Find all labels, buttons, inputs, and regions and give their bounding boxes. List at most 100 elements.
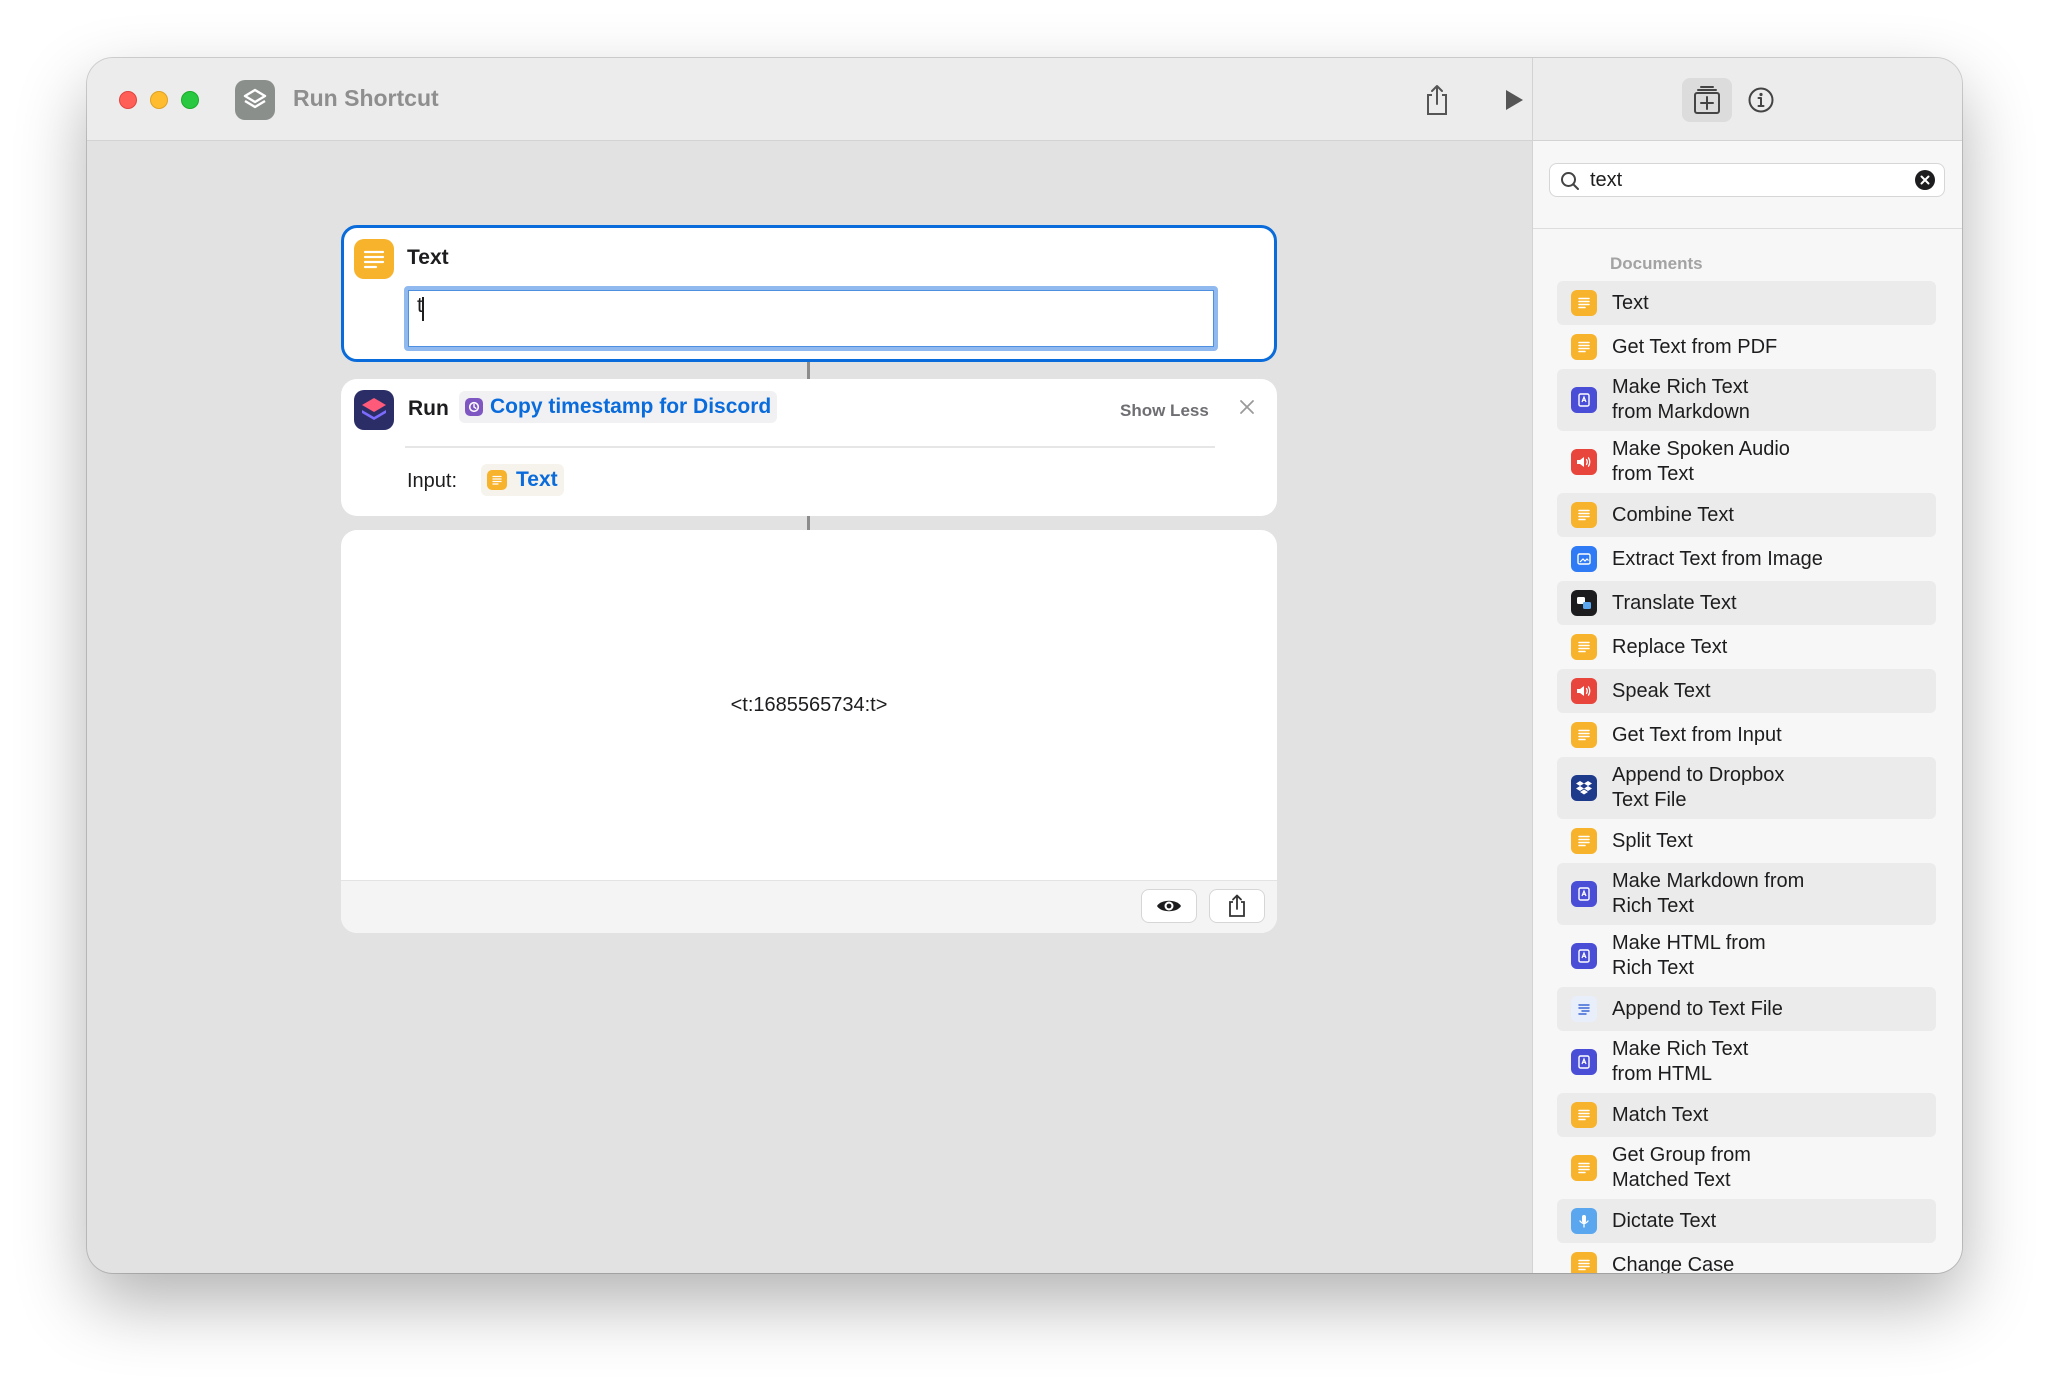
search-area: [1533, 141, 1962, 229]
speaker-icon: [1571, 449, 1597, 475]
result-toolbar: [341, 880, 1277, 933]
action-list-item[interactable]: Change Case: [1557, 1243, 1936, 1273]
input-variable-name: Text: [516, 468, 558, 491]
action-list-item-label: Append to Dropbox Text File: [1612, 764, 1785, 811]
action-list-item[interactable]: Extract Text from Image: [1557, 537, 1936, 581]
text-doc-icon: [1571, 1155, 1597, 1181]
remove-action-button[interactable]: [1239, 399, 1255, 420]
text-doc-icon: [354, 239, 394, 279]
translate-icon: [1571, 590, 1597, 616]
show-less-button[interactable]: Show Less: [1120, 401, 1209, 421]
share-button[interactable]: [1417, 80, 1457, 120]
text-doc-icon: [1571, 290, 1597, 316]
action-list-item[interactable]: Combine Text: [1557, 493, 1936, 537]
library-add-icon: [1694, 86, 1720, 114]
close-window-button[interactable]: [119, 91, 137, 109]
shortcuts-icon: [354, 390, 394, 430]
shortcut-picker[interactable]: Copy timestamp for Discord: [459, 391, 778, 423]
share-result-button[interactable]: [1209, 889, 1265, 923]
action-list-item-label: Replace Text: [1612, 635, 1728, 658]
text-doc-icon: [1571, 722, 1597, 748]
shortcut-editor: Text t Run Copy timestamp for Discord Sh…: [87, 141, 1532, 1273]
action-list-item[interactable]: Text: [1557, 281, 1936, 325]
action-list-item[interactable]: Speak Text: [1557, 669, 1936, 713]
action-search-field[interactable]: [1549, 163, 1945, 197]
action-list-item[interactable]: Split Text: [1557, 819, 1936, 863]
text-doc-icon: [1571, 1102, 1597, 1128]
actions-sidebar: Documents Text Get Text from PDF Make Rich…: [1532, 141, 1962, 1273]
action-list-item[interactable]: Replace Text: [1557, 625, 1936, 669]
result-output-text: <t:1685565734:t>: [730, 694, 888, 716]
action-list-item[interactable]: Dictate Text: [1557, 1199, 1936, 1243]
shortcut-icon: [465, 398, 483, 416]
text-doc-icon: [487, 470, 507, 490]
action-list-item-label: Get Text from PDF: [1612, 335, 1778, 358]
action-list-item-label: Translate Text: [1612, 591, 1737, 614]
play-icon: [1506, 90, 1523, 110]
search-input[interactable]: [1590, 164, 1890, 196]
action-list-item[interactable]: Get Text from Input: [1557, 713, 1936, 757]
input-variable-token[interactable]: Text: [481, 464, 564, 496]
action-list-item[interactable]: Get Text from PDF: [1557, 325, 1936, 369]
action-list-item[interactable]: Make HTML from Rich Text: [1557, 925, 1936, 987]
rich-text-icon: [1571, 943, 1597, 969]
action-list-item-label: Get Group from Matched Text: [1612, 1144, 1751, 1191]
action-list-item[interactable]: Get Group from Matched Text: [1557, 1137, 1936, 1199]
quick-look-button[interactable]: [1141, 889, 1197, 923]
action-list-item[interactable]: Append to Text File: [1557, 987, 1936, 1031]
divider: [405, 446, 1215, 448]
run-shortcut-button[interactable]: [1494, 80, 1534, 120]
action-list-item-label: Make Markdown from Rich Text: [1612, 870, 1805, 917]
action-list-item-label: Combine Text: [1612, 503, 1734, 526]
action-list-item-label: Extract Text from Image: [1612, 547, 1823, 570]
action-list-item-label: Make Spoken Audio from Text: [1612, 438, 1790, 485]
action-list-item[interactable]: Make Markdown from Rich Text: [1557, 863, 1936, 925]
action-list-item-label: Match Text: [1612, 1103, 1709, 1126]
action-library-button[interactable]: [1682, 78, 1732, 122]
zoom-window-button[interactable]: [181, 91, 199, 109]
action-list-item-label: Get Text from Input: [1612, 723, 1782, 746]
action-list-item[interactable]: Translate Text: [1557, 581, 1936, 625]
text-doc-icon: [1571, 502, 1597, 528]
shortcut-details-button[interactable]: [1736, 78, 1786, 122]
text-doc-icon: [1571, 1252, 1597, 1273]
action-list-item[interactable]: Append to Dropbox Text File: [1557, 757, 1936, 819]
action-list-item[interactable]: Match Text: [1557, 1093, 1936, 1137]
section-title: Documents: [1610, 254, 1703, 273]
input-label: Input:: [407, 470, 458, 492]
run-shortcut-action-card[interactable]: Run Copy timestamp for Discord Show Less…: [341, 379, 1277, 516]
sidebar-header: [1532, 58, 1962, 141]
rich-text-icon: [1571, 881, 1597, 907]
info-icon: [1748, 87, 1774, 113]
text-caret: [422, 297, 424, 321]
action-list-item[interactable]: Make Rich Text from HTML: [1557, 1031, 1936, 1093]
eye-icon: [1157, 900, 1181, 912]
result-card: <t:1685565734:t>: [341, 530, 1277, 933]
shortcuts-window: Run Shortcut text Documents Text Get Tex…: [87, 58, 1962, 1273]
action-list-item[interactable]: Make Rich Text from Markdown: [1557, 369, 1936, 431]
text-doc-icon: [1571, 828, 1597, 854]
share-icon: [1427, 85, 1447, 115]
action-list-item-label: Append to Text File: [1612, 997, 1783, 1020]
text-action-input[interactable]: t: [404, 286, 1218, 351]
rich-text-icon: [1571, 1049, 1597, 1075]
close-icon: [1920, 175, 1930, 185]
action-list-item-label: Make Rich Text from HTML: [1612, 1038, 1749, 1085]
action-list-item-label: Change Case: [1612, 1253, 1735, 1274]
action-list-item[interactable]: Make Spoken Audio from Text: [1557, 431, 1936, 493]
clear-search-button[interactable]: [1915, 170, 1935, 190]
text-doc-icon: [1571, 334, 1597, 360]
title-bar: Run Shortcut: [87, 58, 1532, 141]
window-title: Run Shortcut: [293, 85, 439, 111]
text-file-icon: [1571, 996, 1597, 1022]
action-connector: [807, 362, 810, 379]
action-list-item-label: Make HTML from Rich Text: [1612, 932, 1766, 979]
minimize-window-button[interactable]: [150, 91, 168, 109]
microphone-icon: [1571, 1208, 1597, 1234]
text-action-card[interactable]: Text t: [341, 225, 1277, 362]
dropbox-icon: [1571, 775, 1597, 801]
close-icon: [1240, 400, 1254, 414]
text-doc-icon: [1571, 634, 1597, 660]
speaker-icon: [1571, 678, 1597, 704]
search-icon: [1561, 172, 1579, 190]
